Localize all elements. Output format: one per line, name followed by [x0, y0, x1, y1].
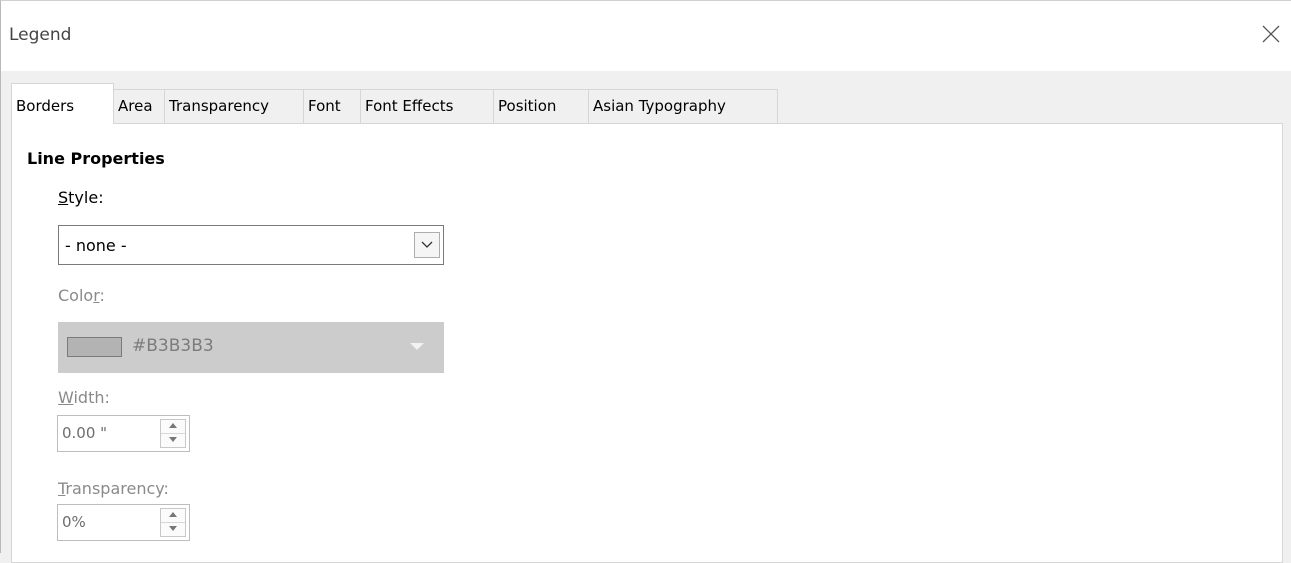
- transparency-increment-button[interactable]: [161, 509, 185, 523]
- dropdown-arrow-icon: [410, 343, 424, 350]
- color-swatch: [67, 337, 122, 357]
- style-dropdown[interactable]: - none -: [58, 225, 444, 265]
- style-label-rest: tyle:: [68, 188, 104, 207]
- title-bar: Legend: [1, 1, 1291, 71]
- transparency-spin-buttons: [160, 508, 186, 537]
- triangle-up-icon: [169, 512, 177, 517]
- section-title-line-properties: Line Properties: [27, 149, 165, 168]
- close-icon: [1262, 25, 1280, 43]
- width-label-mnemonic: W: [58, 388, 74, 407]
- close-button[interactable]: [1252, 15, 1291, 55]
- transparency-spinbox[interactable]: 0%: [57, 504, 190, 541]
- width-spinbox[interactable]: 0.00 ": [57, 415, 190, 452]
- width-decrement-button[interactable]: [161, 434, 185, 447]
- tab-asian-typography[interactable]: Asian Typography: [588, 89, 778, 123]
- tab-borders[interactable]: Borders: [11, 83, 114, 124]
- color-dropdown[interactable]: #B3B3B3: [58, 322, 444, 373]
- width-value: 0.00 ": [62, 424, 108, 442]
- color-label-after: :: [99, 286, 105, 305]
- tab-font-effects[interactable]: Font Effects: [360, 89, 494, 123]
- legend-dialog: Legend Borders Area Transparency Font Fo…: [0, 0, 1291, 563]
- color-value: #B3B3B3: [132, 336, 214, 356]
- transparency-value: 0%: [62, 513, 86, 531]
- triangle-down-icon: [169, 437, 177, 442]
- style-label-mnemonic: S: [58, 188, 69, 207]
- tab-area[interactable]: Area: [113, 89, 165, 123]
- width-label: Width:: [58, 388, 110, 407]
- width-increment-button[interactable]: [161, 420, 185, 434]
- width-label-rest: idth:: [73, 388, 110, 407]
- style-dropdown-button[interactable]: [414, 232, 440, 258]
- chevron-down-icon: [421, 241, 433, 248]
- dialog-title: Legend: [9, 25, 72, 45]
- triangle-up-icon: [169, 423, 177, 428]
- color-label: Color:: [58, 286, 105, 305]
- tab-position[interactable]: Position: [493, 89, 589, 123]
- transparency-decrement-button[interactable]: [161, 523, 185, 536]
- transparency-label: Transparency:: [58, 479, 169, 498]
- style-label: Style:: [58, 188, 104, 207]
- tab-font[interactable]: Font: [303, 89, 361, 123]
- triangle-down-icon: [169, 526, 177, 531]
- tab-transparency[interactable]: Transparency: [164, 89, 304, 123]
- width-spin-buttons: [160, 419, 186, 448]
- color-label-before: Colo: [58, 286, 94, 305]
- style-dropdown-value: - none -: [65, 236, 127, 255]
- transparency-label-rest: ransparency:: [65, 479, 169, 498]
